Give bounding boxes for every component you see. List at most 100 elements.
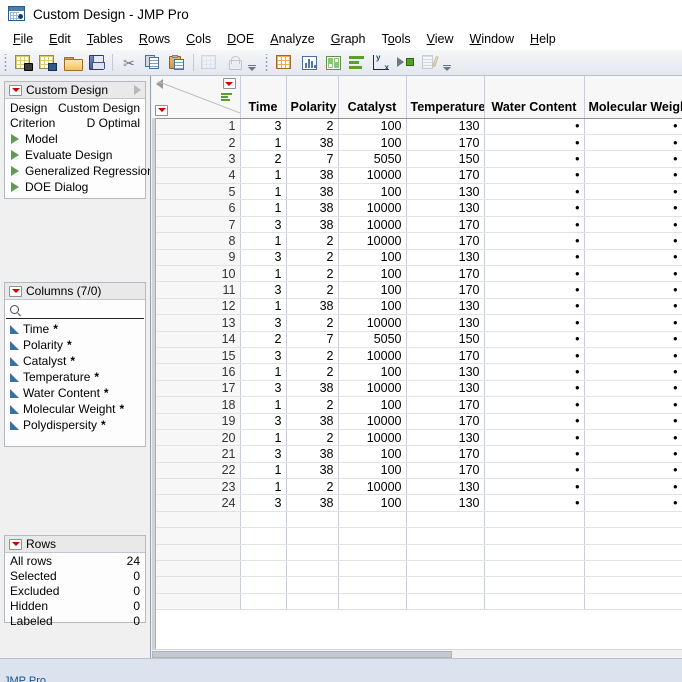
- cell-missing-value[interactable]: •: [484, 265, 585, 283]
- row-number-cell[interactable]: 23: [152, 478, 241, 496]
- cell-value[interactable]: 2: [286, 281, 339, 299]
- cell-value[interactable]: 130: [406, 298, 485, 316]
- cell-value[interactable]: 38: [286, 298, 339, 316]
- cell-missing-value[interactable]: •: [484, 331, 585, 348]
- table-row[interactable]: 17 3 38 10000 130 • •: [152, 380, 682, 398]
- cell-missing-value[interactable]: •: [484, 347, 585, 365]
- scrollbar-thumb[interactable]: [152, 651, 452, 658]
- row-number-cell[interactable]: 22: [152, 462, 241, 480]
- cell-value[interactable]: 170: [406, 413, 485, 430]
- cell-missing-value[interactable]: •: [584, 462, 682, 480]
- expand-triangle-icon[interactable]: [11, 134, 19, 144]
- cell-value[interactable]: 38: [286, 413, 339, 430]
- red-triangle-menu-icon[interactable]: [9, 84, 22, 96]
- cell-missing-value[interactable]: •: [584, 183, 682, 201]
- cell-missing-value[interactable]: •: [584, 380, 682, 398]
- expand-triangle-icon[interactable]: [11, 166, 19, 176]
- data-table-icon[interactable]: [274, 52, 296, 74]
- cell-missing-value[interactable]: •: [484, 232, 585, 250]
- table-row[interactable]: 13 3 2 10000 130 • •: [152, 314, 682, 332]
- menu-view[interactable]: View: [419, 30, 462, 48]
- menu-graph[interactable]: Graph: [323, 30, 374, 48]
- cell-value[interactable]: 10000: [338, 232, 407, 250]
- rows-red-triangle-menu-icon[interactable]: [155, 104, 168, 116]
- cell-value[interactable]: 3: [240, 281, 287, 299]
- column-header-molecular-weight[interactable]: Molecular Weight: [584, 76, 682, 119]
- menu-tables[interactable]: Tables: [79, 30, 131, 48]
- row-number-cell[interactable]: 13: [152, 314, 241, 332]
- cell-missing-value[interactable]: •: [484, 298, 585, 316]
- cell-value[interactable]: 38: [286, 167, 339, 185]
- cell-value[interactable]: 100: [338, 494, 407, 512]
- cell-missing-value[interactable]: •: [584, 445, 682, 463]
- row-number-cell[interactable]: 10: [152, 265, 241, 283]
- toolbar-grip[interactable]: [3, 53, 10, 72]
- cell-missing-value[interactable]: •: [484, 281, 585, 299]
- cell-value[interactable]: 100: [338, 134, 407, 152]
- cell-value[interactable]: 3: [240, 314, 287, 332]
- cell-missing-value[interactable]: •: [584, 265, 682, 283]
- table-row[interactable]: 11 3 2 100 170 • •: [152, 281, 682, 299]
- cell-value[interactable]: 100: [338, 445, 407, 463]
- column-item-temperature[interactable]: Temperature *: [5, 369, 145, 385]
- cell-value[interactable]: 170: [406, 396, 485, 414]
- cell-missing-value[interactable]: •: [584, 494, 682, 512]
- cell-value[interactable]: 2: [286, 429, 339, 447]
- distribution-icon[interactable]: [298, 52, 320, 74]
- row-number-cell[interactable]: 7: [152, 216, 241, 234]
- table-row[interactable]: 16 1 2 100 130 • •: [152, 363, 682, 381]
- cell-value[interactable]: 170: [406, 265, 485, 283]
- cell-value[interactable]: 170: [406, 445, 485, 463]
- cell-value[interactable]: 130: [406, 183, 485, 201]
- cell-value[interactable]: 130: [406, 494, 485, 512]
- cell-value[interactable]: 130: [406, 199, 485, 217]
- cell-missing-value[interactable]: •: [484, 314, 585, 332]
- row-number-cell[interactable]: 8: [152, 232, 241, 250]
- columns-search-bar[interactable]: [6, 300, 144, 319]
- fit-y-by-x-icon[interactable]: yx: [370, 52, 392, 74]
- cell-value[interactable]: 100: [338, 249, 407, 267]
- cell-missing-value[interactable]: •: [484, 150, 585, 168]
- cell-value[interactable]: 100: [338, 462, 407, 480]
- cell-value[interactable]: 170: [406, 347, 485, 365]
- column-header-time[interactable]: Time: [240, 76, 287, 119]
- column-item-time[interactable]: Time *: [5, 321, 145, 337]
- fit-group-icon[interactable]: [322, 52, 344, 74]
- table-row[interactable]: 3 2 7 5050 150 • •: [152, 150, 682, 168]
- menu-window[interactable]: Window: [462, 30, 522, 48]
- cell-value[interactable]: 38: [286, 199, 339, 217]
- row-number-cell[interactable]: 20: [152, 429, 241, 447]
- column-header-water-content[interactable]: Water Content: [484, 76, 585, 119]
- table-row[interactable]: 23 1 2 10000 130 • •: [152, 478, 682, 496]
- columns-panel-header[interactable]: Columns (7/0): [5, 283, 145, 300]
- column-item-polarity[interactable]: Polarity *: [5, 337, 145, 353]
- cell-missing-value[interactable]: •: [484, 118, 585, 135]
- table-row[interactable]: 6 1 38 10000 130 • •: [152, 199, 682, 217]
- cell-value[interactable]: 3: [240, 413, 287, 430]
- column-header-temperature[interactable]: Temperature: [406, 76, 485, 119]
- cell-missing-value[interactable]: •: [484, 199, 585, 217]
- cell-value[interactable]: 2: [240, 150, 287, 168]
- cell-value[interactable]: 2: [286, 314, 339, 332]
- menu-doe[interactable]: DOE: [219, 30, 262, 48]
- cell-value[interactable]: 100: [338, 281, 407, 299]
- table-row[interactable]: 18 1 2 100 170 • •: [152, 396, 682, 414]
- cell-value[interactable]: 170: [406, 281, 485, 299]
- cell-value[interactable]: 1: [240, 363, 287, 381]
- cell-value[interactable]: 5050: [338, 331, 407, 348]
- toolbar-overflow-button[interactable]: [246, 52, 258, 74]
- cell-missing-value[interactable]: •: [484, 396, 585, 414]
- cell-missing-value[interactable]: •: [584, 314, 682, 332]
- cell-value[interactable]: 1: [240, 265, 287, 283]
- row-number-cell[interactable]: 19: [152, 413, 241, 430]
- menu-tools[interactable]: Tools: [373, 30, 418, 48]
- cell-value[interactable]: 10000: [338, 429, 407, 447]
- cell-value[interactable]: 10000: [338, 314, 407, 332]
- cell-value[interactable]: 130: [406, 478, 485, 496]
- cell-value[interactable]: 100: [338, 183, 407, 201]
- cell-value[interactable]: 7: [286, 331, 339, 348]
- cell-missing-value[interactable]: •: [484, 216, 585, 234]
- cell-missing-value[interactable]: •: [584, 134, 682, 152]
- table-row[interactable]: 14 2 7 5050 150 • •: [152, 331, 682, 348]
- table-row[interactable]: 1 3 2 100 130 • •: [152, 118, 682, 135]
